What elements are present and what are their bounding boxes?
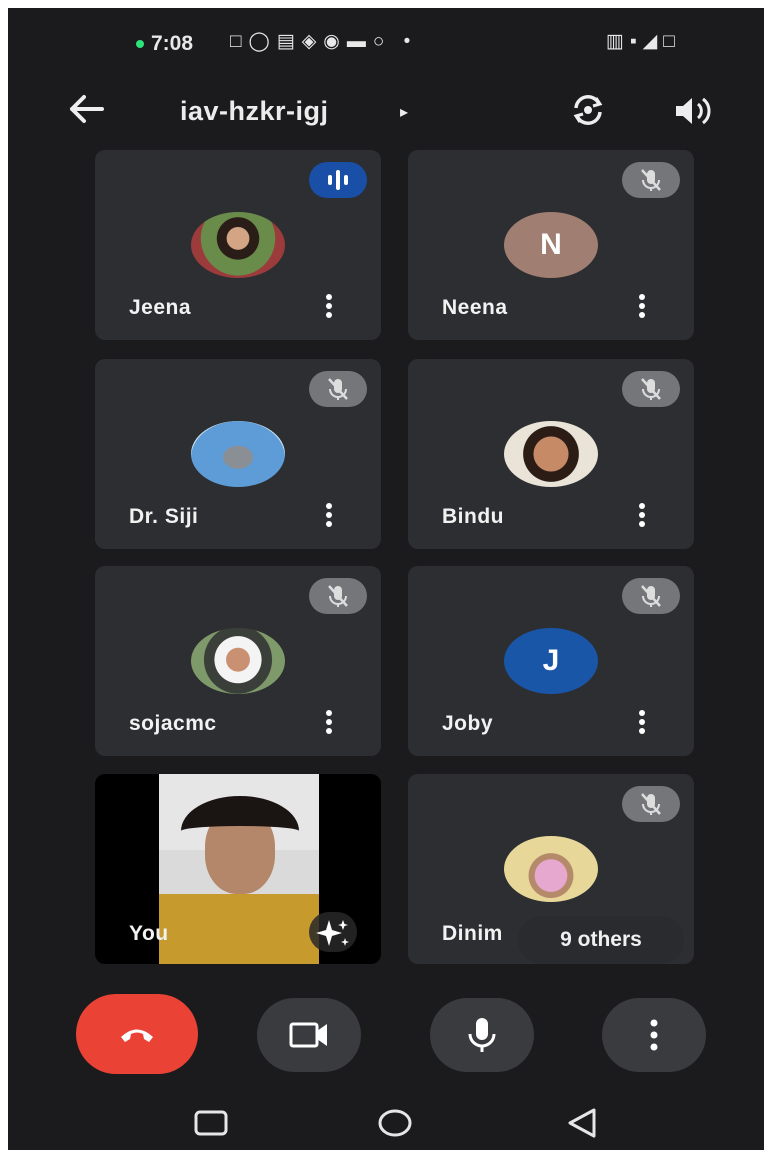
- system-icons: ▥▪◢□: [606, 31, 681, 52]
- participant-name: Neena: [442, 296, 508, 319]
- microphone-icon: [468, 1018, 496, 1052]
- effects-sparkle-icon[interactable]: [309, 912, 357, 952]
- back-nav-icon[interactable]: [568, 1108, 596, 1138]
- more-options-icon[interactable]: [323, 501, 335, 531]
- avatar-photo: [191, 421, 285, 487]
- mic-off-icon: [622, 578, 680, 614]
- video-camera-icon: [289, 1022, 327, 1048]
- more-options-icon[interactable]: [323, 708, 335, 738]
- system-nav-bar: [8, 1098, 764, 1150]
- participant-name: sojacmc: [129, 712, 217, 735]
- speaker-icon[interactable]: [672, 94, 714, 128]
- camera-toggle-button[interactable]: [257, 998, 361, 1072]
- participant-name: Jeena: [129, 296, 192, 319]
- switch-camera-icon[interactable]: [568, 92, 608, 128]
- microphone-toggle-button[interactable]: [430, 998, 534, 1072]
- participant-tile-bindu[interactable]: Bindu: [408, 359, 694, 549]
- mic-off-icon: [309, 578, 367, 614]
- meeting-code[interactable]: iav-hzkr-igj: [180, 96, 329, 127]
- notification-icons: □◯▤◈◉▬○ •: [230, 31, 418, 52]
- status-bar: 7:08 □◯▤◈◉▬○ • ▥▪◢□: [8, 8, 764, 70]
- call-active-dot: [136, 40, 144, 48]
- speaking-indicator-icon: [309, 162, 367, 198]
- avatar-initial: N: [504, 212, 598, 278]
- back-arrow-icon[interactable]: [66, 92, 106, 132]
- status-time: 7:08: [151, 32, 194, 55]
- participant-tile-dr-siji[interactable]: Dr. Siji: [95, 359, 381, 549]
- participant-name: Joby: [442, 712, 494, 735]
- avatar-initial: J: [504, 628, 598, 694]
- more-vert-icon: [650, 1019, 658, 1051]
- avatar-photo: [504, 421, 598, 487]
- mic-off-icon: [622, 162, 680, 198]
- participant-name: You: [129, 922, 169, 945]
- self-video-feed: [159, 774, 319, 964]
- more-options-icon[interactable]: [636, 708, 648, 738]
- meeting-details-caret-icon[interactable]: ▸: [400, 102, 408, 122]
- mic-off-icon: [622, 786, 680, 822]
- participant-name: Dr. Siji: [129, 505, 199, 528]
- recents-icon[interactable]: [194, 1110, 228, 1136]
- more-options-icon[interactable]: [636, 292, 648, 322]
- phone-hangup-icon: [121, 1029, 153, 1042]
- more-options-icon[interactable]: [636, 501, 648, 531]
- more-options-button[interactable]: [602, 998, 706, 1072]
- meeting-top-bar: iav-hzkr-igj ▸: [8, 70, 764, 150]
- mic-off-icon: [309, 371, 367, 407]
- home-icon[interactable]: [378, 1109, 412, 1137]
- mic-off-icon: [622, 371, 680, 407]
- more-options-icon[interactable]: [323, 292, 335, 322]
- avatar-photo: [504, 836, 598, 902]
- self-video-tile[interactable]: You: [95, 774, 381, 964]
- participant-name: Dinim: [442, 922, 503, 945]
- phone-screen: 7:08 □◯▤◈◉▬○ • ▥▪◢□ iav-hzkr-igj ▸ Jeena…: [8, 8, 764, 1150]
- hang-up-button[interactable]: [76, 994, 198, 1074]
- participant-tile-jeena[interactable]: Jeena: [95, 150, 381, 340]
- participant-tile-neena[interactable]: N Neena: [408, 150, 694, 340]
- avatar-photo: [191, 628, 285, 694]
- participant-tile-sojacmc[interactable]: sojacmc: [95, 566, 381, 756]
- participant-name: Bindu: [442, 505, 504, 528]
- avatar-photo: [191, 212, 285, 278]
- others-count-chip[interactable]: 9 others: [518, 916, 684, 964]
- participant-tile-joby[interactable]: J Joby: [408, 566, 694, 756]
